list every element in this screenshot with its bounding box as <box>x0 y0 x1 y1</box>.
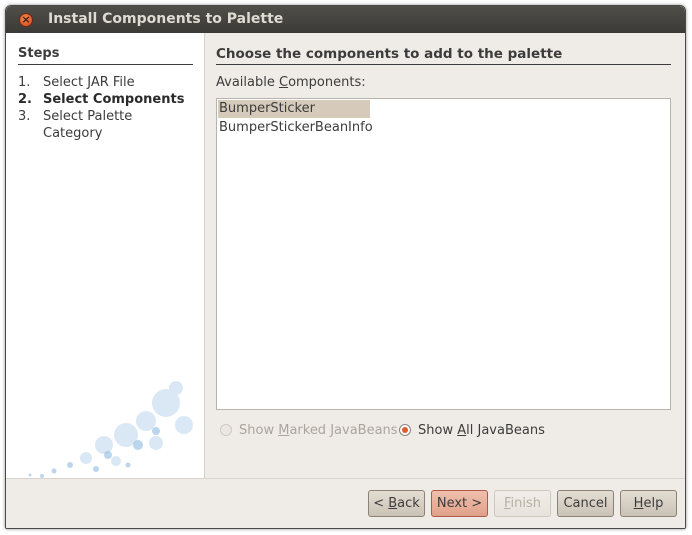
button-label-mnemonic: H <box>633 496 644 511</box>
radio-label: Show Marked JavaBeans <box>239 423 398 438</box>
next-button[interactable]: Next > <box>431 490 488 517</box>
list-item-bumperstickerbeaninfo[interactable]: BumperStickerBeanInfo <box>218 119 373 137</box>
show-marked-javabeans-radio[interactable]: Show Marked JavaBeans <box>220 421 398 439</box>
radio-label-pre: Show <box>239 422 279 438</box>
step-label: Select JAR File <box>43 75 135 90</box>
step-item-select-jar-file: 1. Select JAR File <box>18 74 198 91</box>
radio-label-mnemonic: M <box>278 422 290 438</box>
button-label-pre: < <box>373 496 389 511</box>
steps-list: 1. Select JAR File 2. Select Components … <box>18 74 198 142</box>
radio-label: Show All JavaBeans <box>418 423 545 438</box>
label-text-post: omponents: <box>288 75 366 90</box>
button-label-post: elp <box>643 496 664 511</box>
label-mnemonic: C <box>278 75 289 90</box>
steps-panel: Steps 1. Select JAR File 2. Select Compo… <box>6 33 205 478</box>
back-button[interactable]: < Back <box>368 490 425 517</box>
steps-heading: Steps <box>18 46 60 61</box>
button-label-post: ack <box>397 496 420 511</box>
radio-label-post: ll JavaBeans <box>466 422 545 438</box>
available-components-list[interactable]: BumperSticker BumperStickerBeanInfo <box>216 98 671 410</box>
close-button[interactable]: × <box>19 13 33 27</box>
help-button[interactable]: Help <box>620 490 677 517</box>
close-icon: × <box>21 13 31 26</box>
step-number: 3. <box>18 109 31 124</box>
step-number: 1. <box>18 75 31 90</box>
install-components-dialog: × Install Components to Palette Steps 1.… <box>5 5 686 529</box>
title-bar[interactable]: × Install Components to Palette <box>6 6 685 33</box>
label-text-pre: Available <box>216 75 279 90</box>
button-bar: < Back Next > Finish Cancel Help <box>6 478 685 528</box>
decorative-bubbles-image <box>28 381 193 478</box>
step-label: Select Palette Category <box>43 109 133 141</box>
list-item-bumpersticker[interactable]: BumperSticker <box>218 100 370 118</box>
page-title: Choose the components to add to the pale… <box>216 46 563 62</box>
window-title: Install Components to Palette <box>48 11 284 27</box>
available-components-label: Available Components: <box>216 75 366 91</box>
radio-button-icon[interactable] <box>399 424 411 436</box>
radio-button-icon[interactable] <box>220 424 232 436</box>
button-label-post: inish <box>510 496 542 511</box>
content-panel: Choose the components to add to the pale… <box>205 33 685 478</box>
button-label-mnemonic: B <box>388 496 398 511</box>
show-all-javabeans-radio[interactable]: Show All JavaBeans <box>399 421 545 439</box>
finish-button: Finish <box>494 490 551 517</box>
content-divider <box>216 64 671 65</box>
radio-label-pre: Show <box>418 422 458 438</box>
step-item-select-palette-category: 3. Select Palette Category <box>18 108 198 142</box>
step-label: Select Components <box>43 92 185 107</box>
steps-divider <box>18 64 193 65</box>
step-item-select-components: 2. Select Components <box>18 91 198 108</box>
step-number: 2. <box>18 92 32 107</box>
radio-label-post: arked JavaBeans <box>289 422 398 438</box>
cancel-button[interactable]: Cancel <box>557 490 614 517</box>
radio-label-mnemonic: A <box>457 422 467 438</box>
